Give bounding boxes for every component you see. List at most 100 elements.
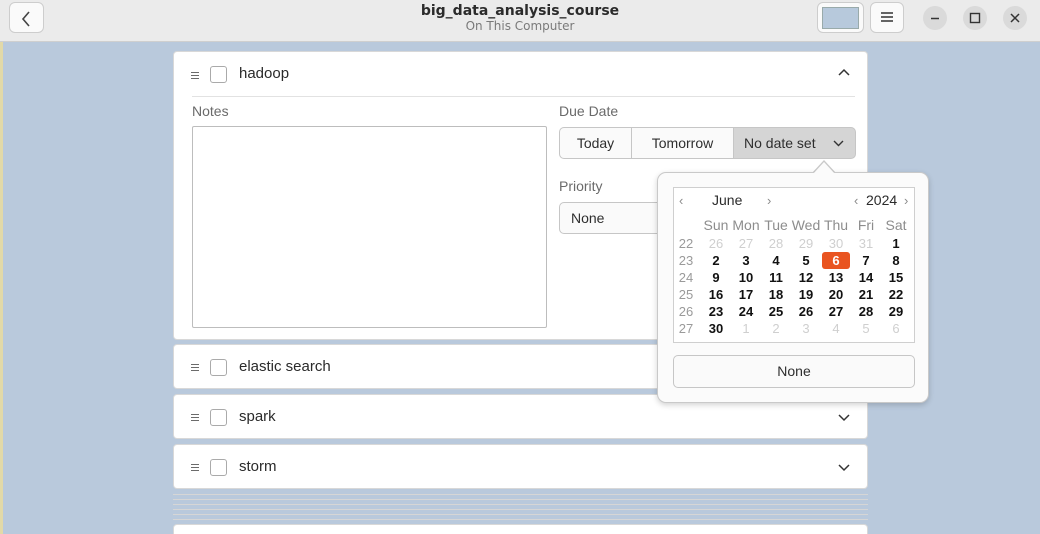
calendar-day-outside-month[interactable]: 4 xyxy=(821,320,851,337)
calendar-year: 2024 xyxy=(866,192,898,208)
calendar-day[interactable]: 10 xyxy=(731,269,761,286)
prev-month-icon[interactable]: ‹ xyxy=(679,193,683,208)
popover-arrow-fill xyxy=(813,162,835,174)
task-checkbox[interactable] xyxy=(210,459,227,476)
minimize-button[interactable] xyxy=(923,6,947,30)
calendar-day[interactable]: 26 xyxy=(791,303,821,320)
weekday-header: Mon xyxy=(732,217,760,233)
calendar-day[interactable]: 30 xyxy=(701,320,731,337)
calendar-day[interactable]: 23 xyxy=(701,303,731,320)
calendar-day[interactable]: 28 xyxy=(851,303,881,320)
calendar-day-outside-month[interactable]: 29 xyxy=(791,235,821,252)
calendar-day[interactable]: 18 xyxy=(761,286,791,303)
main-menu-button[interactable] xyxy=(870,2,904,33)
calendar-day[interactable]: 24 xyxy=(731,303,761,320)
chevron-down-icon xyxy=(833,140,844,147)
calendar-day[interactable]: 22 xyxy=(881,286,911,303)
calendar-day-outside-month[interactable]: 6 xyxy=(881,320,911,337)
calendar-day[interactable]: 13 xyxy=(821,269,851,286)
back-button[interactable] xyxy=(9,2,44,33)
calendar-day[interactable]: 8 xyxy=(881,252,911,269)
chevron-down-icon[interactable] xyxy=(838,414,850,422)
weekday-header: Sun xyxy=(703,217,729,233)
calendar-day-outside-month[interactable]: 2 xyxy=(761,320,791,337)
task-title[interactable]: elastic search xyxy=(239,358,331,375)
calendar-day[interactable]: 14 xyxy=(851,269,881,286)
due-date-value: No date set xyxy=(744,135,816,151)
week-number: 22 xyxy=(678,236,694,251)
chevron-down-icon[interactable] xyxy=(838,464,850,472)
calendar: ‹ June › ‹ 2024 › Sun Mon Tue Wed Thu Fri Sat 2… xyxy=(673,187,915,343)
close-icon xyxy=(1010,13,1020,23)
hamburger-menu-icon xyxy=(881,12,893,22)
weekday-header: Thu xyxy=(823,217,849,233)
calendar-day[interactable]: 2 xyxy=(701,252,731,269)
calendar-day[interactable]: 1 xyxy=(881,235,911,252)
task-card-partial xyxy=(173,524,868,534)
calendar-day[interactable]: 9 xyxy=(701,269,731,286)
calendar-day-outside-month[interactable]: 28 xyxy=(761,235,791,252)
color-swatch xyxy=(822,7,859,29)
calendar-day[interactable]: 16 xyxy=(701,286,731,303)
notes-textarea[interactable] xyxy=(192,126,547,328)
task-title[interactable]: hadoop xyxy=(239,65,289,82)
task-title[interactable]: spark xyxy=(239,408,276,425)
calendar-day[interactable]: 7 xyxy=(851,252,881,269)
task-title[interactable]: storm xyxy=(239,458,277,475)
calendar-day-outside-month[interactable]: 3 xyxy=(791,320,821,337)
weekday-header: Tue xyxy=(764,217,788,233)
next-month-icon[interactable]: › xyxy=(767,193,771,208)
calendar-day[interactable]: 5 xyxy=(791,252,821,269)
calendar-day-outside-month[interactable]: 27 xyxy=(731,235,761,252)
date-picker-popover: ‹ June › ‹ 2024 › Sun Mon Tue Wed Thu Fri Sat 2… xyxy=(657,172,929,403)
calendar-day[interactable]: 4 xyxy=(761,252,791,269)
next-year-icon[interactable]: › xyxy=(904,193,908,208)
task-checkbox[interactable] xyxy=(210,409,227,426)
calendar-day[interactable]: 15 xyxy=(881,269,911,286)
calendar-day[interactable]: 25 xyxy=(761,303,791,320)
calendar-day[interactable]: 17 xyxy=(731,286,761,303)
due-today-button[interactable]: Today xyxy=(559,127,632,159)
due-date-dropdown[interactable]: No date set xyxy=(733,127,856,159)
close-button[interactable] xyxy=(1003,6,1027,30)
calendar-day[interactable]: 11 xyxy=(761,269,791,286)
stacked-task-edge xyxy=(173,519,868,520)
stacked-task-edge xyxy=(173,499,868,500)
notes-label: Notes xyxy=(192,103,229,119)
header-bar: big_data_analysis_course On This Compute… xyxy=(0,0,1040,42)
prev-year-icon[interactable]: ‹ xyxy=(854,193,858,208)
none-date-button[interactable]: None xyxy=(673,355,915,388)
calendar-month: June xyxy=(712,192,743,208)
drag-handle-icon[interactable] xyxy=(191,72,199,81)
calendar-day[interactable]: 19 xyxy=(791,286,821,303)
task-checkbox[interactable] xyxy=(210,359,227,376)
calendar-day[interactable]: 29 xyxy=(881,303,911,320)
chevron-up-icon[interactable] xyxy=(838,68,850,76)
calendar-day-outside-month[interactable]: 26 xyxy=(701,235,731,252)
calendar-day[interactable]: 21 xyxy=(851,286,881,303)
calendar-day-outside-month[interactable]: 30 xyxy=(821,235,851,252)
calendar-day-outside-month[interactable]: 1 xyxy=(731,320,761,337)
weekday-header: Wed xyxy=(791,217,821,233)
week-number: 23 xyxy=(678,253,694,268)
calendar-day[interactable]: 27 xyxy=(821,303,851,320)
calendar-day-outside-month[interactable]: 31 xyxy=(851,235,881,252)
due-tomorrow-button[interactable]: Tomorrow xyxy=(631,127,734,159)
calendar-day-outside-month[interactable]: 5 xyxy=(851,320,881,337)
calendar-day[interactable]: 3 xyxy=(731,252,761,269)
drag-handle-icon[interactable] xyxy=(191,414,199,423)
task-checkbox[interactable] xyxy=(210,66,227,83)
drag-handle-icon[interactable] xyxy=(191,464,199,473)
stacked-task-edge xyxy=(173,509,868,510)
calendar-day[interactable]: 20 xyxy=(821,286,851,303)
maximize-button[interactable] xyxy=(963,6,987,30)
divider xyxy=(192,96,855,97)
weekday-header: Sat xyxy=(885,217,907,233)
list-color-button[interactable] xyxy=(817,2,864,33)
task-card-storm[interactable]: storm xyxy=(173,444,868,489)
chevron-left-icon xyxy=(21,11,30,27)
calendar-day[interactable]: 12 xyxy=(791,269,821,286)
drag-handle-icon[interactable] xyxy=(191,364,199,373)
week-number: 26 xyxy=(678,304,694,319)
calendar-day-selected[interactable]: 6 xyxy=(822,252,850,269)
